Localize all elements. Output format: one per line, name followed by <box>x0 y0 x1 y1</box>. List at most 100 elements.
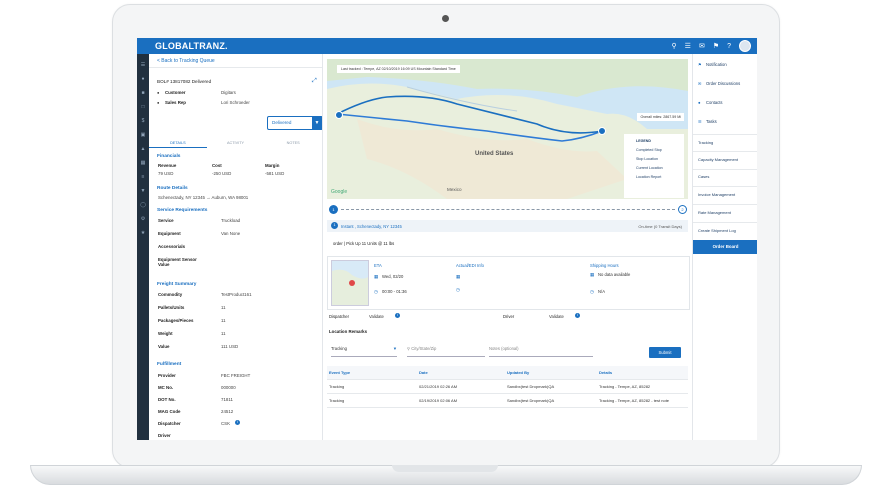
city-state-zip-input[interactable]: ⚲ City/State/Zip <box>407 346 485 357</box>
pallets-value: 11 <box>221 305 226 310</box>
cost-value: -250 USD <box>212 171 232 176</box>
truck-icon[interactable]: ■ <box>140 90 146 96</box>
rp-link-cases[interactable]: Cases <box>698 174 709 179</box>
value-value: 111 USD <box>221 344 239 349</box>
chevron-down-icon[interactable]: ▼ <box>312 117 322 129</box>
financials-heading: Financials <box>157 154 181 159</box>
commodity-value: TestProduct161 <box>221 292 252 297</box>
event-type-select[interactable]: Tracking ▼ <box>331 346 397 357</box>
tab-activity[interactable]: ACTIVITY <box>207 138 265 148</box>
settings-icon[interactable]: ⚙ <box>140 216 146 222</box>
sales-rep-label: Sales Rep <box>165 100 186 105</box>
table-header: Event Type Date Updated By Details <box>327 366 688 380</box>
location-remarks-heading: Location Remarks <box>329 329 368 334</box>
menu-icon[interactable]: ☰ <box>140 62 146 68</box>
app-logo[interactable]: GLOBALTRANZ. <box>155 41 228 51</box>
search-icon[interactable]: ⚲ <box>672 42 677 50</box>
info-icon[interactable]: i <box>575 313 580 318</box>
info-icon[interactable]: i <box>395 313 400 318</box>
divider <box>693 134 757 135</box>
divider <box>693 186 757 187</box>
back-link[interactable]: < Back to Tracking Queue <box>157 58 215 64</box>
tab-notes[interactable]: NOTES <box>264 138 322 148</box>
chat-icon[interactable]: ✉ <box>699 42 705 50</box>
rp-link-capacity[interactable]: Capacity Management <box>698 157 738 162</box>
person-icon[interactable]: ● <box>140 76 146 82</box>
header-details[interactable]: Details <box>599 370 612 375</box>
box-icon[interactable]: ▣ <box>140 132 146 138</box>
weight-value: 11 <box>221 331 226 336</box>
list-icon[interactable]: ☰ <box>685 42 691 50</box>
dollar-icon[interactable]: $ <box>140 118 146 124</box>
order-board-button[interactable]: Order Board <box>693 240 757 254</box>
calendar-icon: ▦ <box>374 274 379 279</box>
progress-stop-2[interactable]: 2 <box>678 205 687 214</box>
stop-dispatcher-value[interactable]: Validate <box>369 314 384 319</box>
notes-input[interactable]: Notes (optional) <box>489 346 593 357</box>
header-event-type[interactable]: Event Type <box>329 370 350 375</box>
service-label: Service <box>158 218 174 223</box>
sales-rep-value: Lori Schroeder <box>221 100 250 105</box>
star-icon[interactable]: ★ <box>140 230 146 236</box>
stop-driver-value[interactable]: Validate <box>549 314 564 319</box>
rp-notification[interactable]: ⚑ Notification <box>698 62 727 67</box>
filter-icon[interactable]: ▼ <box>140 188 146 194</box>
right-panel: ⚑ Notification ✉ Order Discussions ● Contac… <box>692 54 757 440</box>
revenue-value: 79 USD <box>158 171 174 176</box>
bell-icon[interactable]: ⚑ <box>713 42 719 50</box>
row-details: Tracking - Tempe, AZ, 85282 - test note <box>599 398 670 403</box>
equipment-sensor-label: Equipment Sensor Value <box>158 257 197 267</box>
row-date: 02/19/2019 02:06 AM <box>419 398 458 403</box>
stop-title: Instant , Schenectady, NY 12345 <box>341 224 402 229</box>
mexico-label: Mexico <box>447 187 462 192</box>
rp-link-tracking[interactable]: Tracking <box>698 140 713 145</box>
row-updated-by: Sandbx(test Dropmark)QA <box>507 384 555 389</box>
route-map[interactable]: Last tracked : Tempe, AZ 02/10/2019 16:0… <box>327 59 688 199</box>
accessorials-label: Accessorials <box>158 244 186 249</box>
map-marker-end[interactable] <box>598 127 606 135</box>
status-dropdown[interactable]: Delivered ▼ <box>267 116 322 130</box>
rp-order-discussions[interactable]: ✉ Order Discussions <box>698 81 740 86</box>
legend-completed: Completed Stop <box>636 148 662 152</box>
rp-link-shipment-log[interactable]: Create Shipment Log <box>698 228 736 233</box>
packages-value: 11 <box>221 318 226 323</box>
document-icon[interactable]: □ <box>140 104 146 110</box>
rp-link-rate[interactable]: Rate Management <box>698 210 731 215</box>
progress-stop-1[interactable]: 1 <box>329 205 338 214</box>
rp-contacts[interactable]: ● Contacts <box>698 100 723 105</box>
table-row[interactable]: Tracking 02/21/2019 02:26 AM Sandbx(test… <box>327 380 688 394</box>
fulfillment-heading: Fulfillment <box>157 362 182 367</box>
help-icon[interactable]: ? <box>727 43 731 50</box>
rp-link-invoice[interactable]: Invoice Management <box>698 192 735 197</box>
tab-details[interactable]: DETAILS <box>149 138 207 148</box>
header-date[interactable]: Date <box>419 370 428 375</box>
calendar-icon: ▦ <box>590 272 595 277</box>
list-nav-icon[interactable]: ≡ <box>140 174 146 180</box>
info-icon[interactable]: i <box>235 420 240 425</box>
table-row[interactable]: Tracking 02/19/2019 02:06 AM Sandbx(test… <box>327 394 688 408</box>
top-icons: ⚲ ☰ ✉ ⚑ ? <box>672 40 751 52</box>
map-marker-start[interactable] <box>335 111 343 119</box>
calendar-icon[interactable]: ▦ <box>140 160 146 166</box>
margin-value: -581 USD <box>265 171 285 176</box>
packages-label: Packages/Pieces <box>158 318 194 323</box>
status-label: Delivered <box>272 120 292 125</box>
header-updated-by[interactable]: Updated By <box>507 370 529 375</box>
left-nav: ☰ ● ■ □ $ ▣ ▲ ▦ ≡ ▼ ◯ ⚙ ★ <box>137 54 149 440</box>
mini-map[interactable] <box>331 260 369 306</box>
chart-icon[interactable]: ▲ <box>140 146 146 152</box>
avatar[interactable] <box>739 40 751 52</box>
shipping-hours-heading: Shipping Hours <box>590 263 619 268</box>
stop-header[interactable]: 1 Instant , Schenectady, NY 12345 On-tim… <box>327 220 688 232</box>
progress-line <box>341 209 675 210</box>
submit-button[interactable]: Submit <box>649 347 681 358</box>
globe-icon[interactable]: ◯ <box>140 202 146 208</box>
expand-icon[interactable]: ⤢ <box>312 78 317 85</box>
rp-tasks[interactable]: ☰ Tasks <box>698 119 717 124</box>
top-bar: GLOBALTRANZ. ⚲ ☰ ✉ ⚑ ? <box>137 38 757 54</box>
dispatcher-value[interactable]: CSK <box>221 421 230 426</box>
shipping-hours-na: N/A <box>598 289 605 294</box>
eta-time: 00:00 - 01:36 <box>382 289 407 294</box>
country-label: United States <box>475 151 514 157</box>
row-event-type: Tracking <box>329 384 345 389</box>
